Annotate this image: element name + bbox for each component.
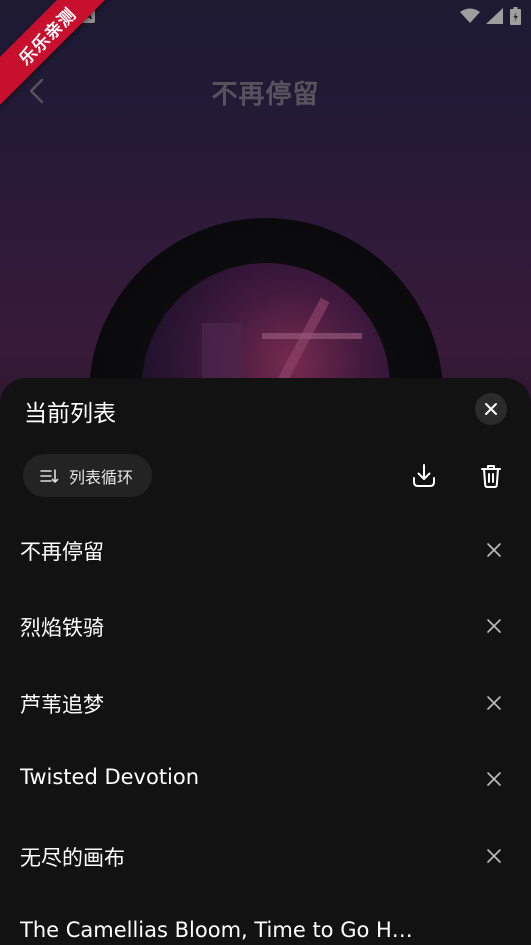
- clear-list-button[interactable]: [473, 458, 509, 494]
- download-all-button[interactable]: [406, 458, 442, 494]
- remove-icon: [487, 619, 501, 634]
- sheet-title: 当前列表: [24, 401, 116, 427]
- song-name: 芦苇追梦: [20, 692, 104, 717]
- list-loop-icon: [40, 468, 59, 483]
- sheet-toolbar: 列表循环: [0, 454, 531, 500]
- remove-song-button[interactable]: [480, 765, 508, 793]
- song-item[interactable]: The Camellias Bloom, Time to Go Ho…: [0, 894, 531, 945]
- sheet-header: 当前列表: [0, 378, 531, 442]
- remove-icon: [487, 543, 501, 557]
- song-item[interactable]: Twisted Devotion: [0, 741, 531, 817]
- remove-icon: [487, 695, 501, 710]
- song-name: Twisted Devotion: [20, 765, 200, 790]
- song-name: 烈焰铁骑: [20, 616, 104, 641]
- song-item[interactable]: 不再停留: [0, 512, 531, 588]
- song-name: The Camellias Bloom, Time to Go Ho…: [20, 917, 420, 942]
- playlist-sheet: 当前列表 列表循环 不再停留 烈焰铁骑 芦苇追梦 Twisted Devotio…: [0, 378, 531, 945]
- remove-icon: [487, 772, 501, 786]
- trash-icon: [481, 465, 501, 488]
- song-item[interactable]: 芦苇追梦: [0, 665, 531, 741]
- remove-song-button[interactable]: [480, 689, 508, 717]
- close-icon: [485, 403, 497, 415]
- song-list: 不再停留 烈焰铁骑 芦苇追梦 Twisted Devotion 无尽的画布 Th…: [0, 512, 531, 945]
- song-item[interactable]: 烈焰铁骑: [0, 588, 531, 664]
- remove-icon: [487, 848, 501, 863]
- download-icon: [413, 464, 435, 487]
- remove-song-button[interactable]: [480, 612, 508, 640]
- song-item[interactable]: 无尽的画布: [0, 818, 531, 894]
- remove-song-button[interactable]: [480, 842, 508, 870]
- close-sheet-button[interactable]: [475, 393, 507, 425]
- play-mode-label: 列表循环: [69, 467, 134, 487]
- play-mode-button[interactable]: 列表循环: [23, 454, 152, 497]
- song-name: 无尽的画布: [20, 845, 125, 870]
- song-name: 不再停留: [20, 540, 104, 564]
- remove-song-button[interactable]: [480, 536, 508, 564]
